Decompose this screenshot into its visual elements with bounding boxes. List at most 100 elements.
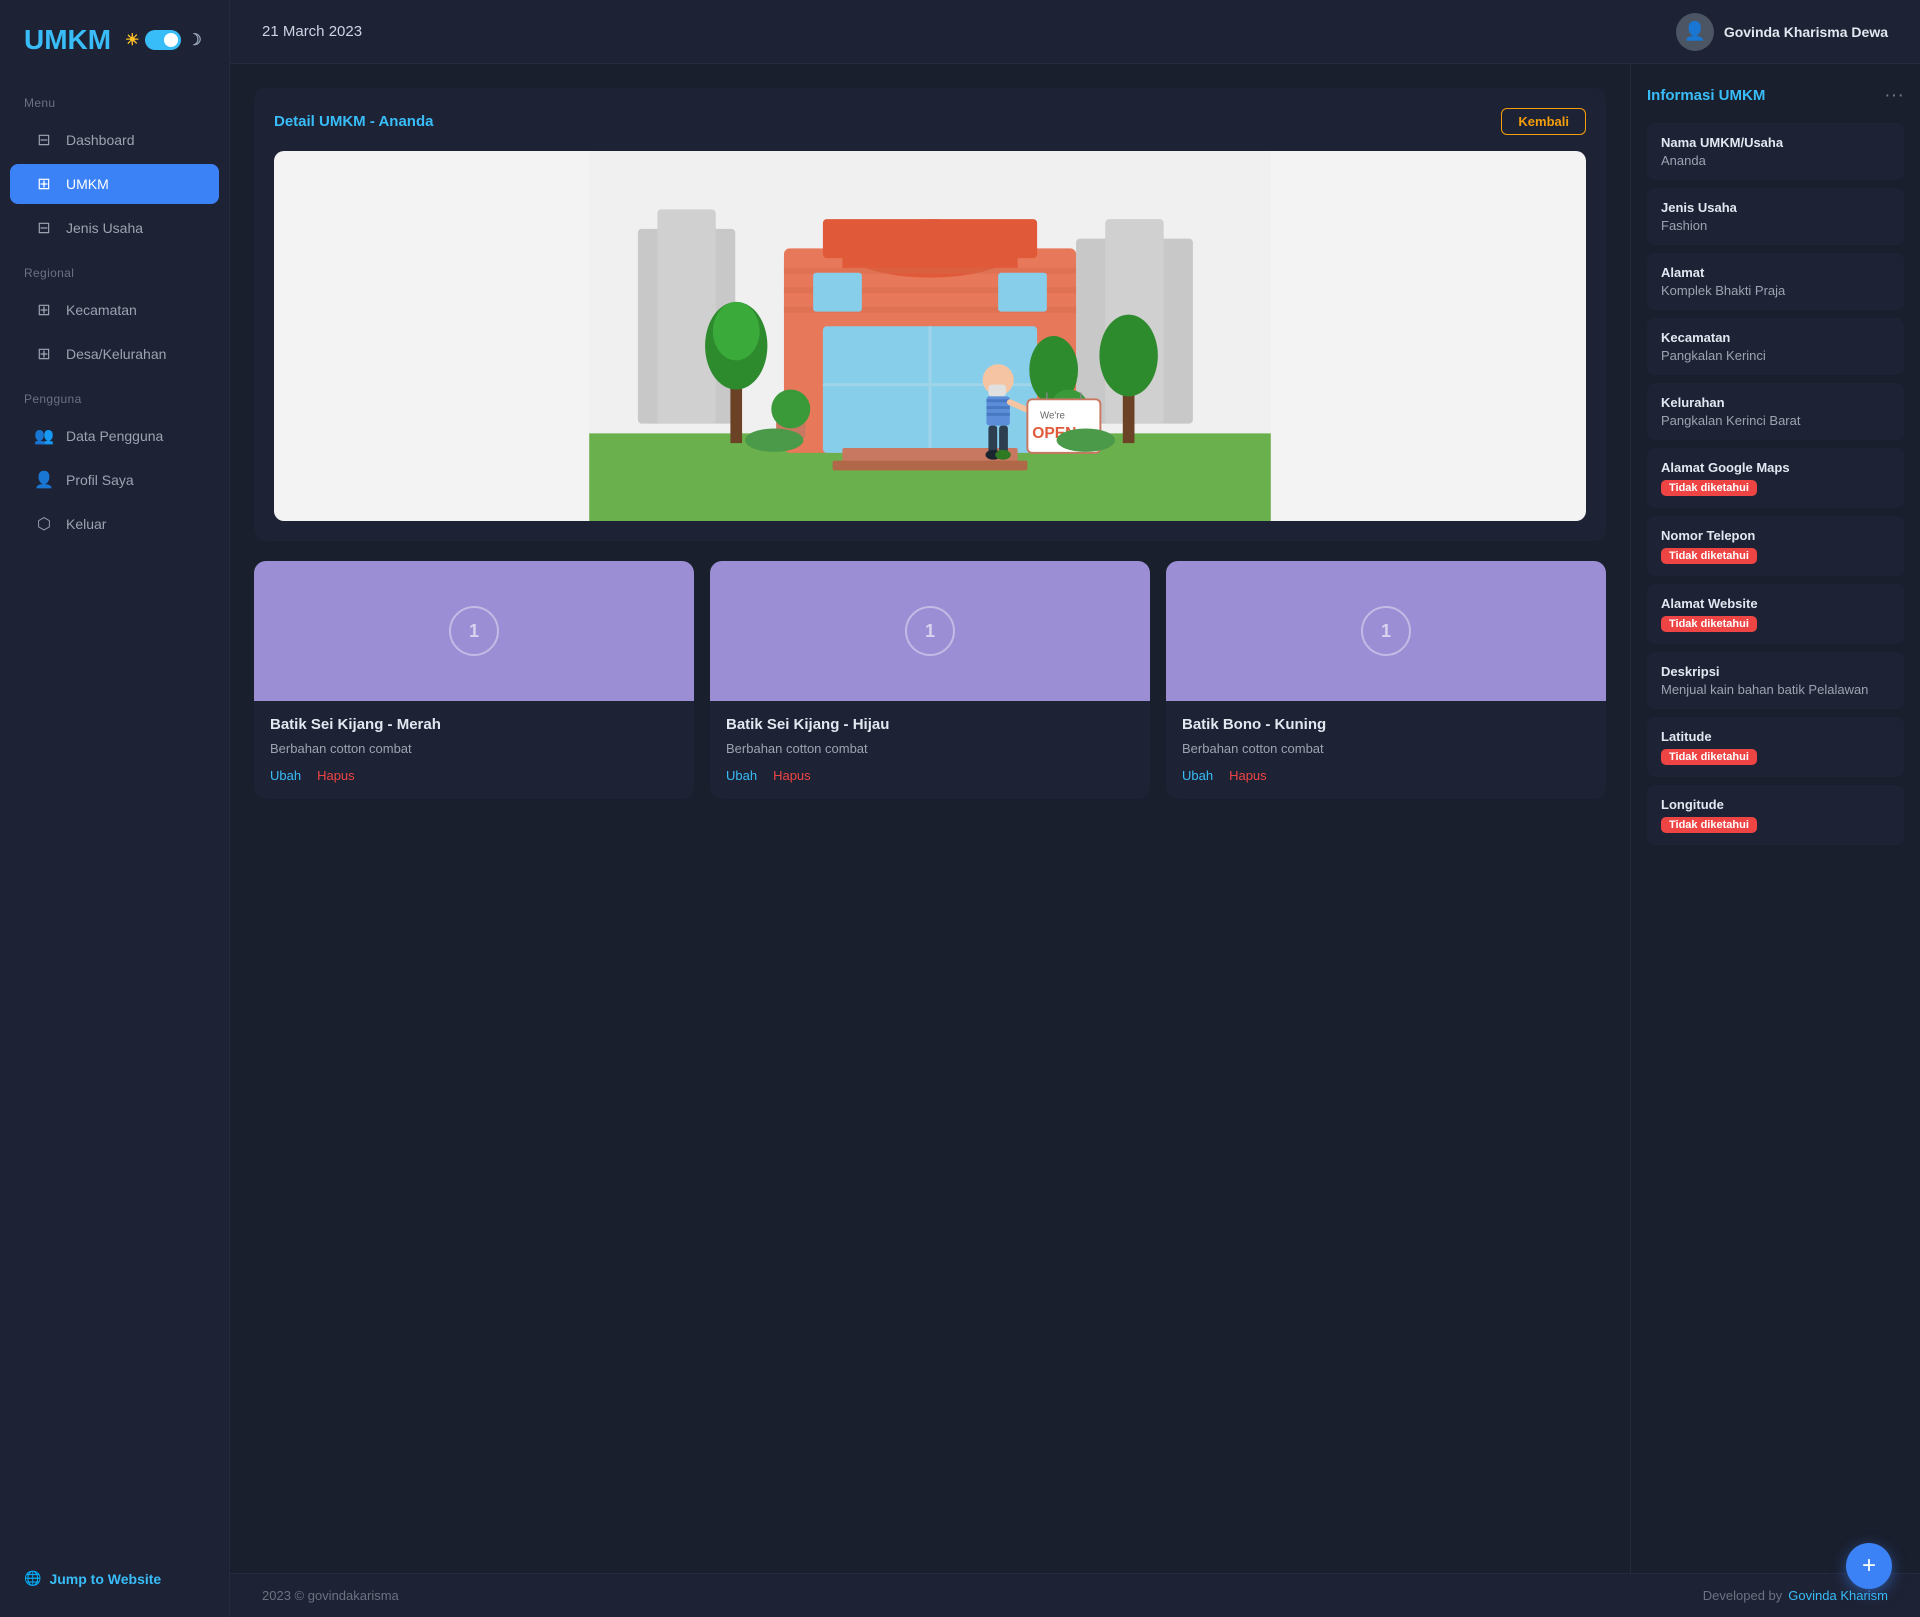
info-item: Deskripsi Menjual kain bahan batik Pelala… <box>1647 652 1904 709</box>
sidebar-item-dashboard[interactable]: ⊟ Dashboard <box>10 120 219 160</box>
kembali-button[interactable]: Kembali <box>1501 108 1586 135</box>
ubah-button[interactable]: Ubah <box>270 768 301 783</box>
info-item: AlamatKomplek Bhakti Praja <box>1647 253 1904 310</box>
svg-text:We're: We're <box>1040 411 1065 422</box>
detail-card: Detail UMKM - Ananda Kembali <box>254 88 1606 541</box>
info-item-label: Longitude <box>1661 797 1890 812</box>
info-item-label: Kecamatan <box>1661 330 1890 345</box>
info-item-label: Nama UMKM/Usaha <box>1661 135 1890 150</box>
sun-icon: ☀ <box>125 30 139 50</box>
info-item-value: Pangkalan Kerinci <box>1661 348 1890 363</box>
product-image: 1 <box>254 561 694 701</box>
info-item: Alamat Google MapsTidak diketahui <box>1647 448 1904 508</box>
info-fields-container: Nama UMKM/Usaha Ananda Jenis Usaha Fashion A… <box>1647 123 1904 845</box>
globe-icon: 🌐 <box>24 1570 41 1587</box>
profil-icon: 👤 <box>34 470 54 490</box>
product-name: Batik Sei Kijang - Hijau <box>726 715 1134 735</box>
product-info: Batik Sei Kijang - Merah Berbahan cotton… <box>254 701 694 799</box>
umkm-icon: ⊞ <box>34 174 54 194</box>
sidebar-item-kecamatan[interactable]: ⊞ Kecamatan <box>10 290 219 330</box>
pengguna-section-label: Pengguna <box>0 376 229 414</box>
hapus-button[interactable]: Hapus <box>773 768 811 783</box>
sidebar-item-label: UMKM <box>66 176 109 192</box>
sidebar-item-label: Desa/Kelurahan <box>66 346 166 362</box>
hapus-button[interactable]: Hapus <box>317 768 355 783</box>
product-name: Batik Sei Kijang - Merah <box>270 715 678 735</box>
sidebar-item-jenis-usaha[interactable]: ⊟ Jenis Usaha <box>10 208 219 248</box>
product-num-circle: 1 <box>1361 606 1411 656</box>
info-item: Alamat Website Tidak diketahui <box>1647 584 1904 644</box>
detail-title: Detail UMKM - Ananda <box>274 113 433 130</box>
product-actions: Ubah Hapus <box>1182 768 1590 783</box>
product-num-circle: 1 <box>905 606 955 656</box>
info-item: Kecamatan Pangkalan Kerinci <box>1647 318 1904 375</box>
sidebar-item-desa[interactable]: ⊞ Desa/Kelurahan <box>10 334 219 374</box>
info-panel-title: Informasi UMKM <box>1647 87 1765 104</box>
center-panel: Detail UMKM - Ananda Kembali <box>230 64 1630 1573</box>
info-item-value: Pangkalan Kerinci Barat <box>1661 413 1890 428</box>
badge-tidak-diketahui: Tidak diketahui <box>1661 817 1757 833</box>
regional-section-label: Regional <box>0 250 229 288</box>
sidebar-item-label: Data Pengguna <box>66 428 163 444</box>
content-area: Detail UMKM - Ananda Kembali <box>230 64 1920 1573</box>
footer-dev-link[interactable]: Govinda Kharism <box>1788 1588 1888 1603</box>
main-area: 21 March 2023 👤 Govinda Kharisma Dewa De… <box>230 0 1920 1617</box>
moon-icon: ☽ <box>187 30 201 50</box>
info-item-label: Jenis Usaha <box>1661 200 1890 215</box>
info-item-value: Ananda <box>1661 153 1890 168</box>
jump-to-website-link[interactable]: 🌐 Jump to Website <box>24 1570 205 1587</box>
sidebar-item-umkm[interactable]: ⊞ UMKM <box>10 164 219 204</box>
avatar: 👤 <box>1676 13 1714 51</box>
sidebar-item-label: Keluar <box>66 516 106 532</box>
sidebar-item-label: Dashboard <box>66 132 135 148</box>
toggle-switch[interactable] <box>145 30 181 50</box>
info-item: Kelurahan Pangkalan Kerinci Barat <box>1647 383 1904 440</box>
dashboard-icon: ⊟ <box>34 130 54 150</box>
ubah-button[interactable]: Ubah <box>1182 768 1213 783</box>
sidebar-item-label: Kecamatan <box>66 302 137 318</box>
desa-icon: ⊞ <box>34 344 54 364</box>
detail-card-header: Detail UMKM - Ananda Kembali <box>274 108 1586 135</box>
product-image: 1 <box>710 561 1150 701</box>
fab-button[interactable]: + <box>1846 1543 1892 1589</box>
footer-developed-by: Developed by <box>1703 1588 1783 1603</box>
menu-section-label: Menu <box>0 80 229 118</box>
info-item-label: Latitude <box>1661 729 1890 744</box>
store-image: We're OPEN <box>274 151 1586 521</box>
data-pengguna-icon: 👥 <box>34 426 54 446</box>
badge-tidak-diketahui: Tidak diketahui <box>1661 480 1757 496</box>
topbar-user[interactable]: 👤 Govinda Kharisma Dewa <box>1676 13 1888 51</box>
product-card: 1 Batik Bono - Kuning Berbahan cotton co… <box>1166 561 1606 799</box>
store-illustration: We're OPEN <box>274 151 1586 521</box>
username: Govinda Kharisma Dewa <box>1724 24 1888 40</box>
info-item: Latitude Tidak diketahui <box>1647 717 1904 777</box>
ubah-button[interactable]: Ubah <box>726 768 757 783</box>
sidebar-item-profil-saya[interactable]: 👤 Profil Saya <box>10 460 219 500</box>
sidebar: UMKM ☀ ☽ Menu ⊟ Dashboard ⊞ UMKM ⊟ Jenis… <box>0 0 230 1617</box>
info-dots-button[interactable]: ··· <box>1884 84 1904 107</box>
info-item-label: Nomor Telepon <box>1661 528 1890 543</box>
sidebar-item-keluar[interactable]: ⬡ Keluar <box>10 504 219 544</box>
info-item-label: Deskripsi <box>1661 664 1890 679</box>
keluar-icon: ⬡ <box>34 514 54 534</box>
product-num-circle: 1 <box>449 606 499 656</box>
info-item: Jenis Usaha Fashion <box>1647 188 1904 245</box>
info-item-value: Menjual kain bahan batik Pelalawan <box>1661 682 1890 697</box>
hapus-button[interactable]: Hapus <box>1229 768 1267 783</box>
info-item-label: Kelurahan <box>1661 395 1890 410</box>
theme-toggle: ☀ ☽ <box>125 30 202 50</box>
topbar: 21 March 2023 👤 Govinda Kharisma Dewa <box>230 0 1920 64</box>
badge-tidak-diketahui: Tidak diketahui <box>1661 548 1757 564</box>
info-item-label: Alamat Website <box>1661 596 1890 611</box>
badge-tidak-diketahui: Tidak diketahui <box>1661 749 1757 765</box>
product-card: 1 Batik Sei Kijang - Hijau Berbahan cott… <box>710 561 1150 799</box>
sidebar-item-data-pengguna[interactable]: 👥 Data Pengguna <box>10 416 219 456</box>
product-card: 1 Batik Sei Kijang - Merah Berbahan cott… <box>254 561 694 799</box>
badge-tidak-diketahui: Tidak diketahui <box>1661 616 1757 632</box>
info-item-value: Fashion <box>1661 218 1890 233</box>
info-item: Longitude Tidak diketahui <box>1647 785 1904 845</box>
kecamatan-icon: ⊞ <box>34 300 54 320</box>
sidebar-footer: 🌐 Jump to Website <box>0 1550 229 1617</box>
products-grid: 1 Batik Sei Kijang - Merah Berbahan cott… <box>254 561 1606 799</box>
product-desc: Berbahan cotton combat <box>726 741 1134 756</box>
